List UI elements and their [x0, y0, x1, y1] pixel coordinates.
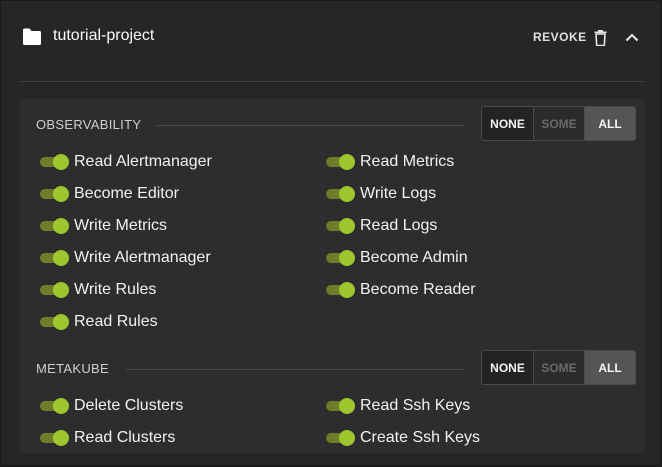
toggle-switch[interactable] — [40, 186, 69, 202]
permission-write-metrics[interactable]: Write Metrics — [40, 215, 167, 237]
select-some-button[interactable]: SOME — [533, 351, 584, 384]
toggle-switch[interactable] — [326, 282, 355, 298]
chevron-up-icon[interactable] — [625, 32, 639, 42]
permission-label: Read Alertmanager — [74, 153, 212, 170]
permission-write-alertmanager[interactable]: Write Alertmanager — [40, 247, 211, 269]
metakube-selector[interactable]: NONE SOME ALL — [481, 350, 636, 385]
toggle-switch[interactable] — [326, 154, 355, 170]
folder-icon — [23, 28, 41, 45]
permission-label: Write Logs — [360, 185, 437, 202]
toggle-switch[interactable] — [326, 250, 355, 266]
toggle-switch[interactable] — [40, 154, 69, 170]
permission-label: Delete Clusters — [74, 397, 184, 414]
toggle-switch[interactable] — [326, 186, 355, 202]
permission-label: Become Editor — [74, 185, 179, 202]
trash-icon[interactable] — [594, 30, 607, 46]
project-name: tutorial-project — [53, 27, 155, 44]
select-all-button[interactable]: ALL — [584, 351, 635, 384]
permission-label: Read Ssh Keys — [360, 397, 471, 414]
permission-label: Become Admin — [360, 249, 468, 266]
permission-read-logs[interactable]: Read Logs — [326, 215, 437, 237]
toggle-switch[interactable] — [326, 218, 355, 234]
permission-label: Read Clusters — [74, 429, 176, 446]
toggle-switch[interactable] — [40, 218, 69, 234]
permission-read-alertmanager[interactable]: Read Alertmanager — [40, 151, 212, 173]
toggle-switch[interactable] — [40, 250, 69, 266]
select-none-button[interactable]: NONE — [482, 351, 533, 384]
section-title-observability: OBSERVABILITY — [36, 117, 142, 132]
permission-delete-clusters[interactable]: Delete Clusters — [40, 395, 183, 417]
permission-label: Create Ssh Keys — [360, 429, 481, 446]
permission-become-editor[interactable]: Become Editor — [40, 183, 179, 205]
permission-read-metrics[interactable]: Read Metrics — [326, 151, 454, 173]
permission-become-reader[interactable]: Become Reader — [326, 279, 476, 301]
observability-selector[interactable]: NONE SOME ALL — [481, 106, 636, 141]
select-some-button[interactable]: SOME — [533, 107, 584, 140]
select-none-button[interactable]: NONE — [482, 107, 533, 140]
permission-label: Read Logs — [360, 217, 438, 234]
project-header[interactable]: tutorial-project REVOKE — [1, 1, 660, 75]
permission-write-rules[interactable]: Write Rules — [40, 279, 156, 301]
permission-label: Write Rules — [74, 281, 157, 298]
permission-label: Read Rules — [74, 313, 158, 330]
toggle-switch[interactable] — [40, 282, 69, 298]
toggle-switch[interactable] — [326, 430, 355, 446]
toggle-switch[interactable] — [40, 430, 69, 446]
permission-write-logs[interactable]: Write Logs — [326, 183, 436, 205]
permission-read-rules[interactable]: Read Rules — [40, 311, 158, 333]
permission-label: Become Reader — [360, 281, 476, 298]
project-permissions-card: tutorial-project REVOKE OBSERVABILITY NO… — [0, 0, 661, 466]
toggle-switch[interactable] — [40, 314, 69, 330]
select-all-button[interactable]: ALL — [584, 107, 635, 140]
header-divider — [19, 81, 645, 82]
section-title-metakube: METAKUBE — [36, 361, 109, 376]
permission-read-clusters[interactable]: Read Clusters — [40, 427, 175, 449]
permission-create-ssh-keys[interactable]: Create Ssh Keys — [326, 427, 480, 449]
permission-read-ssh-keys[interactable]: Read Ssh Keys — [326, 395, 470, 417]
section-divider — [126, 369, 465, 370]
permission-label: Write Alertmanager — [74, 249, 211, 266]
section-divider — [157, 125, 465, 126]
permission-become-admin[interactable]: Become Admin — [326, 247, 468, 269]
permissions-panel: OBSERVABILITY NONE SOME ALL Read Alertma… — [20, 99, 645, 453]
permission-label: Read Metrics — [360, 153, 455, 170]
toggle-switch[interactable] — [326, 398, 355, 414]
permission-label: Write Metrics — [74, 217, 168, 234]
revoke-button[interactable]: REVOKE — [533, 30, 587, 44]
toggle-switch[interactable] — [40, 398, 69, 414]
